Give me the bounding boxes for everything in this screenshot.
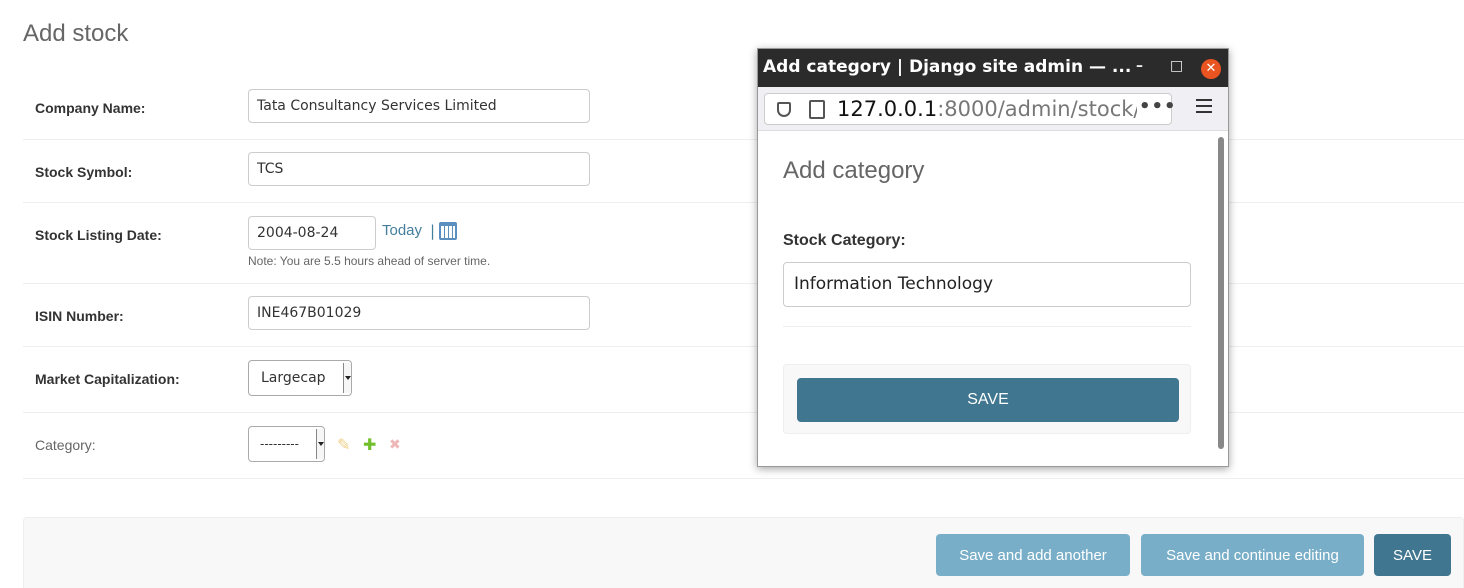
window-titlebar[interactable]: Add category | Django site admin — ... –… [758,49,1228,87]
market-cap-select[interactable]: Largecap [248,360,352,396]
close-icon[interactable]: ✕ [1201,59,1221,79]
add-plus-icon[interactable]: ✚ [363,437,376,453]
stock-category-input[interactable]: Information Technology [783,262,1191,307]
url-field[interactable]: 127.0.0.1:8000/admin/stock/ca ••• [764,93,1176,125]
company-name-label: Company Name: [35,100,146,116]
form-row-company-name: Company Name: Tata Consultancy Services … [23,73,1464,140]
window-title: Add category | Django site admin — ... [763,57,1132,77]
date-separator: | [430,222,436,240]
market-cap-value: Largecap [261,370,326,386]
more-actions-icon[interactable]: ••• [1139,96,1177,117]
listing-date-label: Stock Listing Date: [35,227,162,243]
url-host: 127.0.0.1 [837,97,938,121]
save-button[interactable]: SAVE [1374,534,1451,576]
page-title: Add stock [23,20,129,47]
popup-save-button[interactable]: SAVE [797,378,1179,422]
browser-urlbar: 127.0.0.1:8000/admin/stock/ca ••• [758,87,1228,131]
form-row-stock-symbol: Stock Symbol: TCS [23,140,1464,203]
save-and-add-another-button[interactable]: Save and add another [936,534,1130,576]
market-cap-label: Market Capitalization: [35,371,180,387]
submit-row: Save and add another Save and continue e… [23,517,1464,588]
today-link[interactable]: Today [382,222,422,239]
popup-heading: Add category [783,157,925,184]
add-category-popup-window: Add category | Django site admin — ... –… [757,48,1229,467]
delete-x-icon[interactable]: ✖ [389,437,401,453]
save-and-continue-button[interactable]: Save and continue editing [1141,534,1364,576]
shield-icon[interactable] [777,102,791,117]
popup-submit-row: SAVE [783,364,1191,434]
listing-date-input[interactable]: 2004-08-24 [248,216,376,250]
category-select[interactable]: --------- [248,426,325,462]
timezone-note: Note: You are 5.5 hours ahead of server … [248,254,491,268]
maximize-icon[interactable]: □ [1170,58,1183,74]
form-row-isin: ISIN Number: INE467B01029 [23,284,1464,347]
isin-input[interactable]: INE467B01029 [248,296,590,330]
minimize-icon[interactable]: – [1136,58,1143,74]
form-row-market-cap: Market Capitalization: Largecap [23,347,1464,413]
stock-category-label: Stock Category: [783,232,906,249]
scrollbar[interactable] [1218,137,1224,449]
divider [783,326,1191,327]
category-value: --------- [260,437,299,451]
form-row-listing-date: Stock Listing Date: 2004-08-24 Today | N… [23,203,1464,284]
page-icon[interactable] [809,100,825,119]
stock-symbol-input[interactable]: TCS [248,152,590,186]
chevron-down-icon [343,363,351,393]
stock-symbol-label: Stock Symbol: [35,164,133,180]
company-name-input[interactable]: Tata Consultancy Services Limited [248,89,590,123]
edit-pencil-icon[interactable]: ✎ [337,437,350,453]
hamburger-menu-icon[interactable] [1196,99,1212,113]
form-row-category: Category: --------- ✎ ✚ ✖ [23,413,1464,479]
url-text: 127.0.0.1:8000/admin/stock/ca [837,97,1137,121]
chevron-down-icon [316,429,324,459]
isin-label: ISIN Number: [35,308,124,324]
url-path: :8000/admin/stock/ca [937,97,1137,121]
category-label: Category: [35,437,96,453]
calendar-icon[interactable] [439,222,457,240]
popup-body: Add category Stock Category: Information… [758,133,1228,467]
